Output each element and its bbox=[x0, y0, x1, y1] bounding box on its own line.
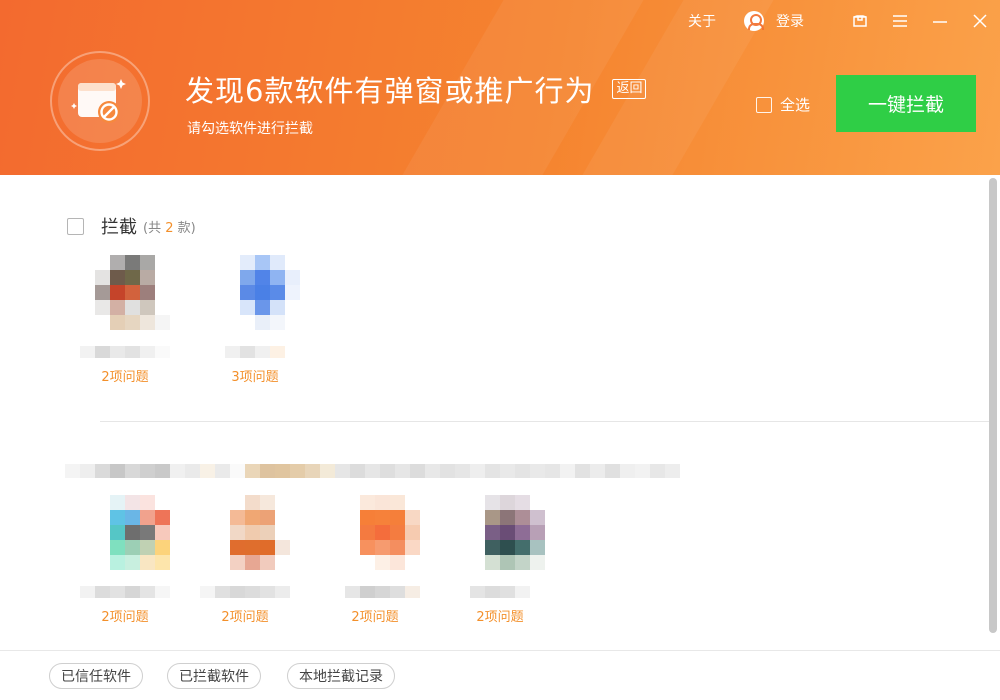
app-icon bbox=[215, 495, 290, 570]
skin-button[interactable] bbox=[840, 0, 880, 42]
issue-count[interactable]: 2项问题 bbox=[80, 606, 170, 625]
app-tile[interactable]: 2项问题 bbox=[455, 495, 555, 645]
issue-count[interactable]: 3项问题 bbox=[210, 366, 300, 385]
app-name-redacted bbox=[455, 580, 545, 604]
page-title: 发现6款软件有弹窗或推广行为 返回 bbox=[185, 68, 647, 110]
page-subtitle: 请勾选软件进行拦截 bbox=[187, 121, 313, 137]
app-tile[interactable]: 3项问题 bbox=[210, 255, 310, 405]
menu-button[interactable] bbox=[880, 0, 920, 42]
issue-count[interactable]: 2项问题 bbox=[455, 606, 545, 625]
group-header-redacted bbox=[65, 463, 680, 479]
popup-block-badge bbox=[50, 51, 150, 151]
group-count: (共 2 款) bbox=[143, 220, 196, 236]
trusted-software-button[interactable]: 已信任软件 bbox=[49, 663, 143, 689]
blocked-software-button[interactable]: 已拦截软件 bbox=[167, 663, 261, 689]
app-icon bbox=[470, 495, 545, 570]
app-icon bbox=[345, 495, 420, 570]
about-link[interactable]: 关于 bbox=[688, 11, 716, 31]
issue-count[interactable]: 2项问题 bbox=[80, 366, 170, 385]
app-tile[interactable]: 2项问题 bbox=[80, 495, 180, 645]
app-icon bbox=[95, 495, 170, 570]
group-divider bbox=[100, 421, 990, 422]
minimize-button[interactable] bbox=[920, 0, 960, 42]
app-name-redacted bbox=[200, 580, 290, 604]
app-name-redacted bbox=[80, 580, 170, 604]
app-icon bbox=[95, 255, 170, 330]
minimize-icon bbox=[933, 21, 947, 23]
app-tile[interactable]: 2项问题 bbox=[80, 255, 180, 405]
app-name-redacted bbox=[330, 580, 420, 604]
issue-count[interactable]: 2项问题 bbox=[330, 606, 420, 625]
app-icon bbox=[225, 255, 300, 330]
title-bar: 关于 登录 bbox=[688, 0, 1000, 42]
vertical-scrollbar[interactable] bbox=[989, 178, 997, 633]
login-button[interactable]: 登录 bbox=[744, 11, 804, 31]
close-icon bbox=[973, 14, 987, 28]
block-all-button[interactable]: 一键拦截 bbox=[836, 75, 976, 132]
app-tile[interactable]: 2项问题 bbox=[200, 495, 300, 645]
select-all-checkbox[interactable]: 全选 bbox=[756, 94, 810, 115]
close-button[interactable] bbox=[960, 0, 1000, 42]
user-icon bbox=[744, 11, 764, 31]
back-button[interactable]: 返回 bbox=[612, 79, 647, 99]
group-checkbox[interactable] bbox=[67, 217, 84, 235]
popup-block-icon bbox=[71, 79, 126, 123]
login-label: 登录 bbox=[776, 14, 804, 30]
local-block-history-button[interactable]: 本地拦截记录 bbox=[287, 663, 395, 689]
checkbox-icon bbox=[756, 96, 772, 113]
group-header: 拦截 (共 2 款) bbox=[67, 213, 196, 239]
app-name-redacted bbox=[80, 340, 170, 364]
header-banner: 关于 登录 发现6款软件有弹窗或推广行为 返回 请勾选软件进行拦截 全选 一键拦… bbox=[0, 0, 1000, 175]
menu-icon bbox=[893, 15, 907, 27]
issue-count[interactable]: 2项问题 bbox=[200, 606, 290, 625]
software-list: 拦截 (共 2 款) 2项问题 3项问题 2项问题 2项问题 2项问题 2项问题 bbox=[0, 175, 1000, 650]
skin-icon bbox=[853, 15, 867, 27]
group-title: 拦截 bbox=[101, 217, 137, 238]
app-tile[interactable]: 2项问题 bbox=[330, 495, 430, 645]
select-all-label: 全选 bbox=[780, 96, 811, 114]
title-text: 发现6款软件有弹窗或推广行为 bbox=[185, 74, 595, 108]
footer-bar: 已信任软件 已拦截软件 本地拦截记录 bbox=[0, 650, 1000, 700]
app-name-redacted bbox=[210, 340, 300, 364]
